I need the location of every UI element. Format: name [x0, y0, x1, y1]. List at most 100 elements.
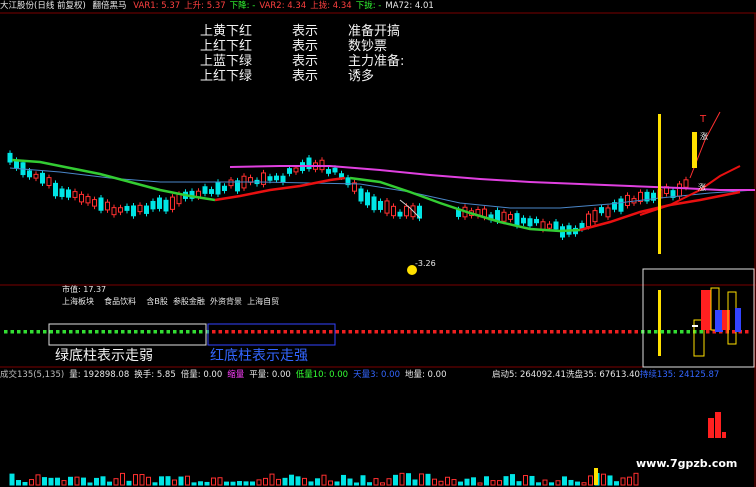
volume-bar: [159, 476, 164, 486]
volume-bar: [510, 474, 515, 486]
candle[interactable]: [605, 207, 611, 218]
candle[interactable]: [319, 159, 325, 171]
volume-stat: 倍量: 0.00: [180, 370, 223, 380]
candle[interactable]: [261, 172, 266, 185]
candle[interactable]: [358, 188, 364, 202]
candle[interactable]: [98, 197, 104, 211]
candle[interactable]: [228, 179, 234, 187]
volume-bar: [139, 474, 145, 486]
candle[interactable]: [131, 205, 136, 217]
signal-dot: [69, 330, 73, 334]
candle[interactable]: [79, 193, 84, 203]
candle[interactable]: [137, 204, 143, 213]
signal-bar-tail: [658, 290, 661, 356]
candle[interactable]: [33, 173, 39, 179]
candle[interactable]: [384, 200, 390, 214]
candle[interactable]: [92, 199, 97, 207]
candle[interactable]: [378, 200, 383, 210]
candle[interactable]: [618, 198, 624, 212]
signal-dot: [36, 330, 40, 334]
sector-tags: 上海板块 食品饮料 含B股 参股金融 外资背景 上海自贸: [62, 296, 279, 307]
candle[interactable]: [586, 213, 591, 228]
signal-dot: [231, 330, 235, 334]
candle[interactable]: [553, 221, 559, 230]
candle[interactable]: [118, 207, 123, 213]
candle[interactable]: [508, 214, 513, 220]
volume-bar: [22, 481, 28, 486]
volume-bar: [87, 482, 93, 486]
chart-canvas[interactable]: T 涨 涨 -3.26 绿底柱表示走弱 红底柱表示走强: [0, 0, 756, 487]
candle[interactable]: [404, 205, 409, 217]
volume-bar: [100, 476, 106, 486]
candle[interactable]: [397, 211, 403, 217]
candle[interactable]: [547, 223, 552, 229]
candle[interactable]: [521, 217, 526, 224]
candle[interactable]: [371, 196, 377, 211]
candle[interactable]: [85, 196, 91, 204]
candle[interactable]: [306, 157, 312, 170]
candle[interactable]: [527, 218, 533, 227]
candle[interactable]: [144, 205, 149, 214]
candle[interactable]: [287, 168, 292, 174]
candle[interactable]: [163, 199, 169, 212]
candle[interactable]: [215, 181, 221, 195]
candle[interactable]: [625, 194, 630, 206]
candle[interactable]: [599, 207, 604, 214]
candle[interactable]: [267, 176, 273, 181]
candle[interactable]: [365, 192, 370, 206]
volume-bar: [204, 481, 210, 486]
signal-dot: [732, 330, 736, 334]
volume-stat: 启动5: 264092.41: [492, 370, 566, 380]
candle[interactable]: [105, 201, 110, 211]
signal-dot: [647, 330, 651, 334]
candle[interactable]: [339, 173, 344, 178]
signal-dot: [134, 330, 138, 334]
volume-bar: [432, 478, 437, 486]
sector-tag[interactable]: 含B股: [146, 297, 168, 306]
candle[interactable]: [53, 182, 58, 197]
sector-tag[interactable]: 参股金融: [173, 297, 205, 306]
candle[interactable]: [202, 186, 208, 194]
candle[interactable]: [540, 221, 546, 230]
candle[interactable]: [46, 177, 52, 186]
candle[interactable]: [59, 188, 65, 197]
candle[interactable]: [157, 197, 162, 209]
candle[interactable]: [293, 167, 299, 173]
candle[interactable]: [170, 196, 175, 210]
candle[interactable]: [111, 207, 117, 216]
volume-bar: [451, 479, 457, 486]
candle[interactable]: [332, 167, 338, 173]
candle[interactable]: [66, 189, 71, 198]
candle[interactable]: [209, 189, 214, 194]
candle[interactable]: [495, 210, 500, 222]
signal-dot: [264, 330, 268, 334]
volume-stat: 持续135: 24125.87: [639, 370, 720, 380]
volume-bar: [315, 478, 320, 486]
candle[interactable]: [7, 152, 13, 163]
sector-tag[interactable]: 外资背景: [210, 297, 242, 306]
candle[interactable]: [274, 175, 279, 181]
candle[interactable]: [534, 218, 539, 224]
candle[interactable]: [501, 211, 507, 222]
candle-tag: 涨: [700, 131, 708, 141]
candle[interactable]: [391, 205, 396, 217]
candle[interactable]: [176, 193, 182, 205]
candle[interactable]: [150, 200, 156, 210]
candle[interactable]: [72, 191, 78, 198]
candle[interactable]: [592, 210, 598, 223]
candle[interactable]: [222, 185, 227, 192]
candle[interactable]: [514, 213, 520, 227]
candle[interactable]: [27, 170, 32, 178]
sector-tag[interactable]: 上海板块: [62, 297, 94, 306]
signal-dot: [277, 330, 281, 334]
candle[interactable]: [326, 169, 331, 174]
signal-dot: [225, 330, 229, 334]
sector-tag[interactable]: 上海自贸: [247, 297, 279, 306]
candle[interactable]: [677, 183, 682, 197]
candle[interactable]: [124, 205, 130, 211]
candle[interactable]: [683, 179, 689, 188]
candle[interactable]: [280, 175, 286, 183]
sector-tag[interactable]: 食品饮料: [104, 297, 136, 306]
signal-dot: [147, 330, 151, 334]
candle[interactable]: [40, 172, 45, 184]
